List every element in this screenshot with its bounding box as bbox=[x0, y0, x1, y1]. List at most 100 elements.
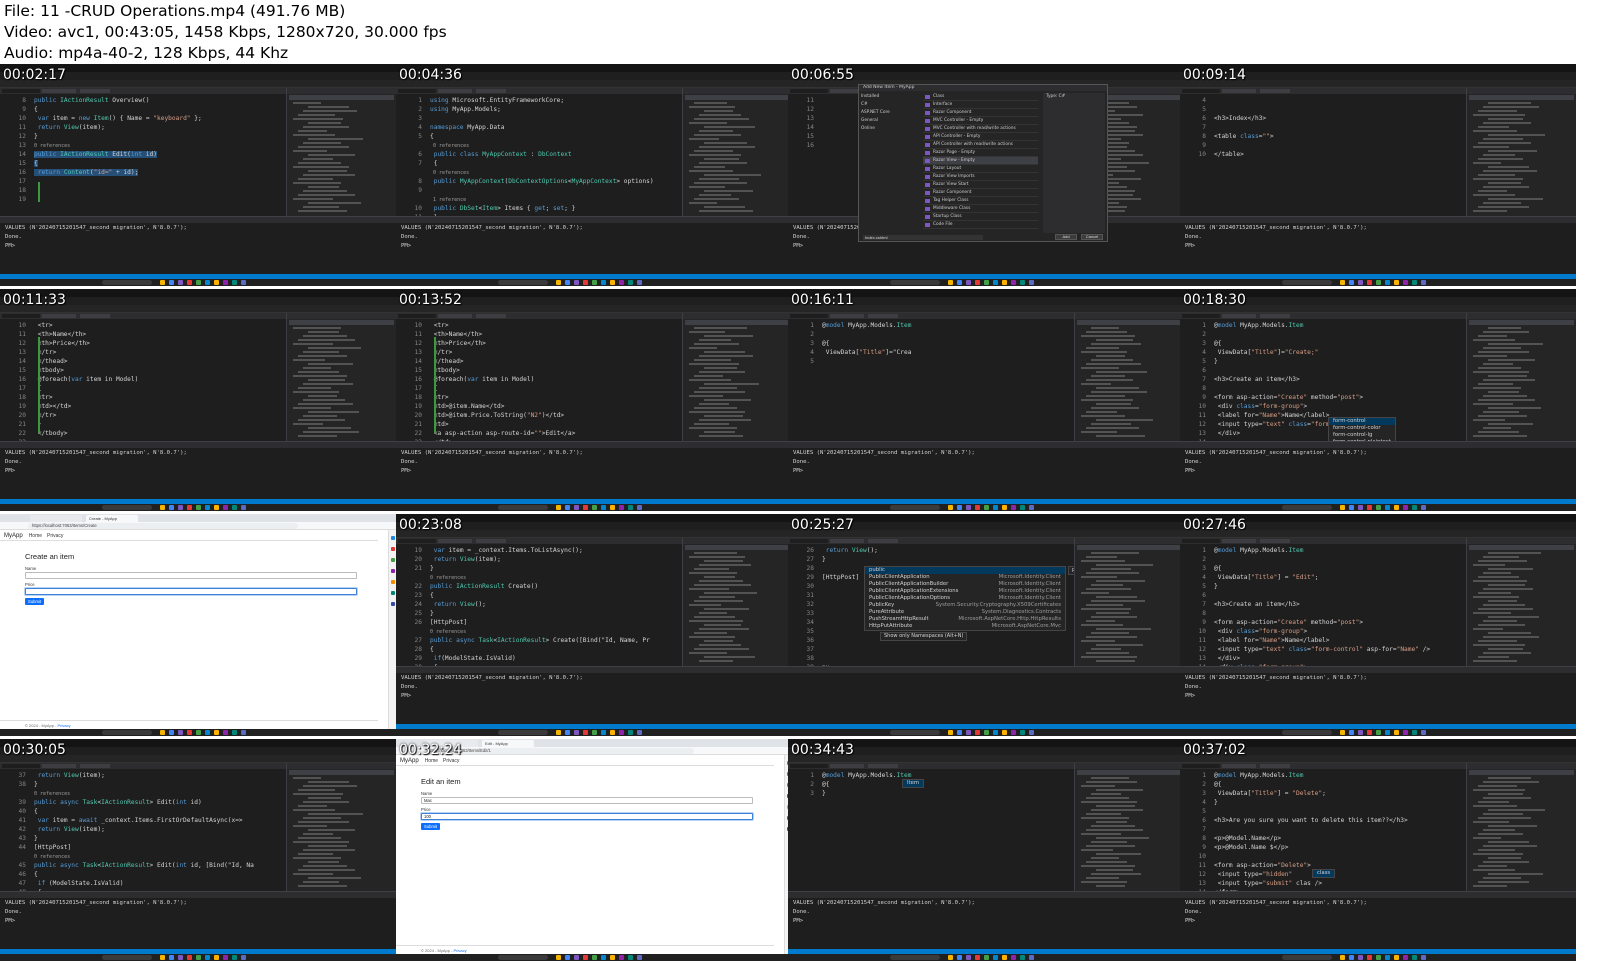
solution-tree-item[interactable] bbox=[1483, 797, 1531, 799]
file-name-input[interactable]: Index.cshtml bbox=[863, 235, 983, 240]
taskbar-app-icon[interactable] bbox=[1412, 505, 1417, 510]
solution-tree-item[interactable] bbox=[298, 178, 333, 180]
document-tab[interactable] bbox=[830, 314, 864, 318]
taskbar-app-icon[interactable] bbox=[241, 730, 246, 735]
solution-tree-item[interactable] bbox=[1488, 809, 1545, 811]
solution-search-box[interactable] bbox=[685, 545, 790, 550]
add-new-item-dialog[interactable]: Add New Item - MyApp Installed C# ASP.NET C… bbox=[858, 84, 1108, 242]
solution-tree-item[interactable] bbox=[689, 620, 743, 622]
solution-tree-item[interactable] bbox=[1478, 817, 1531, 819]
solution-tree-item[interactable] bbox=[1488, 343, 1543, 345]
solution-tree-item[interactable] bbox=[1096, 355, 1125, 357]
solution-tree-item[interactable] bbox=[1488, 423, 1533, 425]
solution-search-box[interactable] bbox=[289, 320, 394, 325]
solution-tree-item[interactable] bbox=[694, 343, 739, 345]
console-prompt[interactable]: PM> bbox=[788, 241, 1184, 250]
document-tab[interactable] bbox=[1260, 764, 1290, 768]
solution-tree-item[interactable] bbox=[303, 817, 341, 819]
taskbar-app-icon[interactable] bbox=[984, 955, 989, 960]
solution-tree-item[interactable] bbox=[1081, 351, 1127, 353]
taskbar-app-icon[interactable] bbox=[1367, 505, 1372, 510]
document-tab[interactable] bbox=[42, 314, 76, 318]
taskbar-app-icon[interactable] bbox=[984, 730, 989, 735]
document-tab[interactable] bbox=[2, 764, 40, 768]
taskbar-app-icon[interactable] bbox=[232, 730, 237, 735]
solution-tree-item[interactable] bbox=[1473, 371, 1529, 373]
template-item[interactable]: MVC Controller with read/write actions bbox=[923, 125, 1038, 133]
solution-tree-item[interactable] bbox=[1086, 829, 1143, 831]
solution-tree-item[interactable] bbox=[1086, 379, 1133, 381]
solution-tree-item[interactable] bbox=[1473, 805, 1517, 807]
taskbar-app-icon[interactable] bbox=[1340, 280, 1345, 285]
package-manager-console[interactable]: VALUES (N'20240715201547_second migratio… bbox=[1180, 441, 1576, 499]
solution-tree-item[interactable] bbox=[1473, 869, 1515, 871]
solution-tree-item[interactable] bbox=[308, 138, 363, 140]
taskbar-app-icon[interactable] bbox=[169, 730, 174, 735]
taskbar-app-icon[interactable] bbox=[205, 955, 210, 960]
solution-tree-item[interactable] bbox=[1483, 427, 1511, 429]
document-tab[interactable] bbox=[790, 539, 828, 543]
solution-tree-item[interactable] bbox=[1096, 564, 1153, 566]
solution-tree-item[interactable] bbox=[1096, 580, 1145, 582]
taskbar-app-icon[interactable] bbox=[214, 505, 219, 510]
solution-tree-item[interactable] bbox=[1081, 383, 1111, 385]
solution-tree-item[interactable] bbox=[303, 801, 349, 803]
intellisense-item[interactable]: PureAttribute System.Diagnostics.Contract… bbox=[865, 609, 1065, 616]
solution-tree-item[interactable] bbox=[1473, 178, 1523, 180]
price-input[interactable]: 100 bbox=[421, 813, 753, 820]
template-item[interactable]: Startup Class bbox=[923, 213, 1038, 221]
template-item[interactable]: API Controller with read/write actions bbox=[923, 141, 1038, 149]
solution-tree-item[interactable] bbox=[298, 339, 355, 341]
taskbar-app-icon[interactable] bbox=[993, 730, 998, 735]
solution-tree-item[interactable] bbox=[293, 182, 341, 184]
taskbar-app-icon[interactable] bbox=[1340, 730, 1345, 735]
document-tab[interactable] bbox=[42, 764, 76, 768]
taskbar-app-icon[interactable] bbox=[966, 730, 971, 735]
solution-tree-item[interactable] bbox=[689, 154, 741, 156]
solution-tree-item[interactable] bbox=[308, 331, 339, 333]
solution-tree-item[interactable] bbox=[308, 829, 355, 831]
solution-tree-item[interactable] bbox=[1488, 568, 1533, 570]
solution-tree-item[interactable] bbox=[1478, 656, 1509, 658]
solution-tree-item[interactable] bbox=[1081, 576, 1117, 578]
taskbar-app-icon[interactable] bbox=[1029, 505, 1034, 510]
solution-search-box[interactable] bbox=[1469, 95, 1574, 100]
document-tab[interactable] bbox=[1260, 89, 1290, 93]
solution-explorer[interactable] bbox=[1466, 763, 1576, 891]
taskbar-app-icon[interactable] bbox=[583, 955, 588, 960]
intellisense-item[interactable]: form-control-color bbox=[1329, 425, 1395, 432]
taskbar-app-icon[interactable] bbox=[1340, 505, 1345, 510]
solution-tree-item[interactable] bbox=[1488, 632, 1531, 634]
document-tab[interactable] bbox=[1260, 314, 1290, 318]
solution-tree-item[interactable] bbox=[1478, 785, 1517, 787]
solution-tree-item[interactable] bbox=[699, 612, 727, 614]
solution-search-box[interactable] bbox=[289, 95, 394, 100]
solution-tree-item[interactable] bbox=[308, 427, 351, 429]
solution-tree-item[interactable] bbox=[1478, 865, 1507, 867]
taskbar-app-icon[interactable] bbox=[1376, 730, 1381, 735]
template-category[interactable]: General bbox=[861, 117, 919, 125]
solution-tree-item[interactable] bbox=[1091, 375, 1125, 377]
solution-tree-item[interactable] bbox=[1096, 371, 1147, 373]
solution-tree-item[interactable] bbox=[704, 399, 751, 401]
taskbar-search[interactable] bbox=[890, 505, 940, 510]
solution-tree-item[interactable] bbox=[1488, 777, 1531, 779]
solution-tree-item[interactable] bbox=[694, 198, 739, 200]
solution-tree-item[interactable] bbox=[1483, 170, 1537, 172]
solution-tree-item[interactable] bbox=[699, 371, 745, 373]
code-editor[interactable]: 1 @model MyApp.Models.Item 2 3 @{4 ViewData[… bbox=[1180, 319, 1466, 441]
taskbar-app-icon[interactable] bbox=[574, 730, 579, 735]
solution-search-box[interactable] bbox=[685, 95, 790, 100]
taskbar-app-icon[interactable] bbox=[957, 955, 962, 960]
intellisense-item[interactable]: PublicClientApplicationExtensions Microso… bbox=[865, 588, 1065, 595]
solution-tree-item[interactable] bbox=[689, 202, 717, 204]
solution-tree-item[interactable] bbox=[1473, 580, 1527, 582]
solution-tree-item[interactable] bbox=[1091, 857, 1119, 859]
package-manager-console[interactable]: VALUES (N'20240715201547_second migratio… bbox=[788, 891, 1184, 949]
solution-explorer[interactable] bbox=[286, 313, 396, 441]
solution-tree-item[interactable] bbox=[1478, 640, 1517, 642]
taskbar-app-icon[interactable] bbox=[1421, 280, 1426, 285]
solution-tree-item[interactable] bbox=[303, 865, 347, 867]
document-tab[interactable] bbox=[476, 314, 506, 318]
taskbar-app-icon[interactable] bbox=[1358, 955, 1363, 960]
